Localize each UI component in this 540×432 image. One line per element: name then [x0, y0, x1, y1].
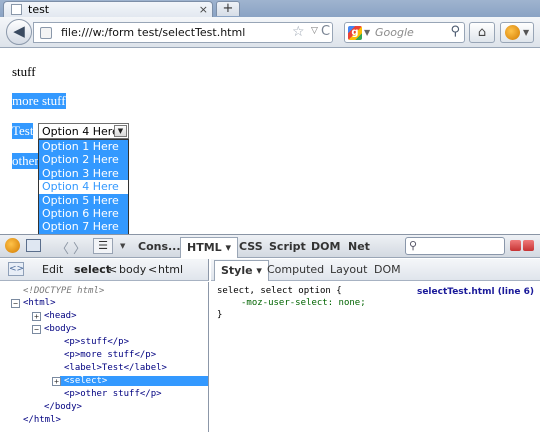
inspect-element-icon[interactable] — [26, 239, 41, 252]
select-option-current[interactable]: Option 4 Here — [39, 180, 128, 194]
option-select[interactable]: Option 4 Here ▼ — [38, 123, 129, 139]
firebug-dropdown-icon[interactable]: ▼ — [523, 28, 529, 37]
nav-back-icon[interactable]: 〈 — [56, 238, 69, 257]
nav-forward-icon[interactable]: 〉 — [73, 238, 86, 257]
tree-node-p-other-stuff[interactable]: <p>other stuff</p> — [64, 389, 162, 399]
browser-tab[interactable]: test × — [3, 1, 213, 17]
tree-node-head[interactable]: <head> — [44, 311, 77, 321]
expand-select-icon[interactable]: + — [52, 377, 61, 386]
back-button[interactable]: ◀ — [6, 19, 32, 45]
tree-node-select-selected[interactable]: <select> — [60, 376, 208, 386]
tab-style[interactable]: Style ▾ — [214, 260, 269, 281]
select-current-value: Option 4 Here — [42, 125, 119, 138]
paragraph-more-stuff: more stuff — [12, 93, 66, 109]
close-firebug-icon[interactable] — [523, 240, 534, 251]
side-panel-toolbar: Style ▾ Computed Layout DOM — [211, 259, 540, 281]
select-option[interactable]: Option 3 Here — [39, 166, 128, 181]
tab-html[interactable]: HTML ▾ — [180, 237, 239, 258]
collapse-body-icon[interactable]: − — [32, 325, 41, 334]
engine-dropdown-icon[interactable]: ▼ — [364, 28, 370, 37]
page-content: stuff more stuff Test Option 4 Here ▼ ot… — [0, 49, 540, 234]
node-view-icon[interactable]: <> — [8, 262, 24, 276]
tab-net[interactable]: Net — [348, 240, 370, 253]
new-tab-button[interactable]: + — [216, 1, 240, 16]
paragraph-stuff: stuff — [12, 64, 36, 79]
firebug-toolbar-button[interactable]: ▼ — [500, 22, 534, 43]
firebug-icon — [505, 25, 520, 40]
collapse-html-icon[interactable]: − — [11, 299, 20, 308]
reload-icon[interactable]: C — [321, 24, 330, 39]
select-option[interactable]: Option 2 Here — [39, 153, 128, 167]
bookmark-star-icon[interactable]: ☆ — [292, 24, 305, 40]
tab-computed[interactable]: Computed — [267, 263, 324, 276]
panel-list-icon[interactable]: ☰ — [93, 238, 113, 254]
style-pane: select, select option { -moz-user-select… — [211, 282, 540, 432]
html-panel-toolbar: <> Edit select < body < html — [0, 259, 209, 281]
firebug-main-toolbar: 〈 〉 ☰ ▼ Cons... HTML ▾ CSS Script DOM Ne… — [0, 235, 540, 258]
select-option[interactable]: Option 5 Here — [39, 193, 128, 207]
css-rule-close: } — [217, 310, 223, 320]
close-tab-icon[interactable]: × — [199, 3, 208, 16]
edit-button[interactable]: Edit — [42, 263, 63, 276]
select-label: Test — [12, 123, 34, 139]
address-bar[interactable]: file:///w:/form test/selectTest.html ☆ ▽… — [33, 22, 333, 43]
firebug-search-input[interactable]: ⚲ — [405, 237, 505, 255]
html-tree: <!DOCTYPE html> − <html> + <head> − <bod… — [0, 282, 209, 432]
tab-strip: test × + — [0, 0, 540, 17]
breadcrumb-html[interactable]: html — [158, 263, 183, 276]
tab-css[interactable]: CSS — [239, 240, 263, 253]
select-option[interactable]: Option 6 Here — [39, 206, 128, 221]
minimize-firebug-icon[interactable] — [510, 240, 521, 251]
tree-node-html-close[interactable]: </html> — [23, 415, 61, 425]
navigation-toolbar: ◀ file:///w:/form test/selectTest.html ☆… — [0, 17, 540, 48]
search-bar[interactable]: g ▼ Google ⚲ — [344, 22, 465, 43]
search-icon: ⚲ — [409, 239, 418, 252]
breadcrumb-separator: < — [108, 263, 118, 276]
firebug-panel: 〈 〉 ☰ ▼ Cons... HTML ▾ CSS Script DOM Ne… — [0, 234, 540, 432]
tree-node-doctype[interactable]: <!DOCTYPE html> — [23, 286, 104, 296]
dropdown-arrow-icon[interactable]: ▼ — [114, 125, 127, 137]
site-identity-icon[interactable] — [40, 27, 52, 39]
breadcrumb-select[interactable]: select — [74, 263, 111, 276]
tree-node-label[interactable]: <label>Test</label> — [64, 363, 167, 373]
breadcrumb-separator: < — [148, 263, 158, 276]
firebug-menu-icon[interactable] — [5, 238, 20, 253]
css-selector[interactable]: select, select option { — [217, 286, 342, 296]
home-button[interactable]: ⌂ — [469, 22, 495, 43]
select-option[interactable]: Option 1 Here — [39, 140, 128, 154]
tree-node-body[interactable]: <body> — [44, 324, 77, 334]
panel-dropdown-icon[interactable]: ▼ — [120, 242, 125, 250]
tab-dom[interactable]: DOM — [311, 240, 340, 253]
tab-console[interactable]: Cons... — [138, 240, 181, 253]
css-source-link[interactable]: selectTest.html (line 6) — [417, 287, 534, 297]
tree-node-p-stuff[interactable]: <p>stuff</p> — [64, 337, 129, 347]
tab-title: test — [28, 3, 50, 16]
select-dropdown-list: Option 1 Here Option 2 Here Option 3 Her… — [38, 139, 129, 234]
tab-script[interactable]: Script — [269, 240, 306, 253]
breadcrumb-body[interactable]: body — [119, 263, 146, 276]
url-text[interactable]: file:///w:/form test/selectTest.html — [61, 26, 245, 39]
tree-node-p-more-stuff[interactable]: <p>more stuff</p> — [64, 350, 156, 360]
tab-side-dom[interactable]: DOM — [374, 263, 401, 276]
search-go-icon[interactable]: ⚲ — [450, 24, 460, 39]
google-engine-icon[interactable]: g — [348, 26, 362, 40]
tab-layout[interactable]: Layout — [330, 263, 367, 276]
tree-node-body-close[interactable]: </body> — [44, 402, 82, 412]
css-property[interactable]: -moz-user-select: none; — [241, 298, 366, 308]
select-option[interactable]: Option 7 Here — [39, 220, 128, 234]
search-input[interactable]: Google — [375, 26, 414, 39]
history-dropdown-icon[interactable]: ▽ — [311, 26, 318, 36]
expand-head-icon[interactable]: + — [32, 312, 41, 321]
page-favicon-icon — [11, 4, 22, 15]
tree-node-html[interactable]: <html> — [23, 298, 56, 308]
